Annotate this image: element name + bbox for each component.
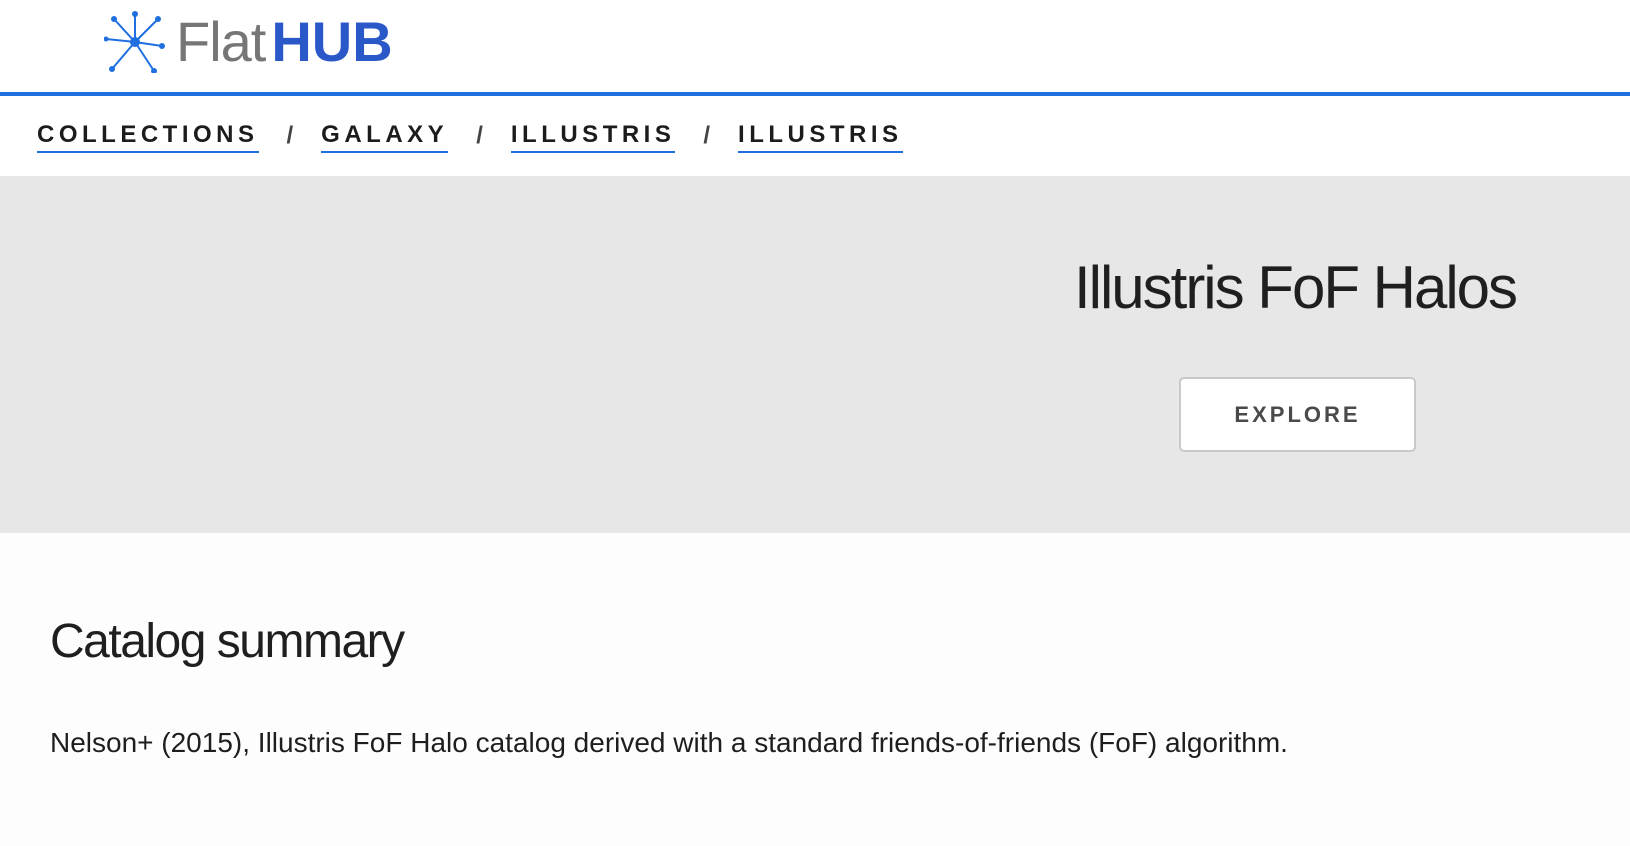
explore-button[interactable]: EXPLORE: [1179, 377, 1416, 452]
breadcrumb: COLLECTIONS / GALAXY / ILLUSTRIS / ILLUS…: [0, 96, 1630, 176]
logo-text-flat: Flat: [176, 10, 266, 73]
logo-text-hub: HUB: [271, 10, 393, 73]
catalog-title: Illustris FoF Halos: [1073, 254, 1518, 321]
breadcrumb-separator: /: [286, 122, 294, 149]
catalog-hero: Illustris FoF Halos EXPLORE: [0, 176, 1630, 533]
site-header: Flat HUB: [0, 0, 1630, 96]
breadcrumb-separator: /: [703, 122, 711, 149]
flathub-logo-link[interactable]: Flat HUB: [104, 10, 393, 74]
breadcrumb-item-galaxy[interactable]: GALAXY: [321, 120, 449, 153]
catalog-summary-text: Nelson+ (2015), Illustris FoF Halo catal…: [50, 727, 1288, 758]
breadcrumb-item-illustris[interactable]: ILLUSTRIS: [738, 120, 903, 153]
catalog-summary-heading: Catalog summary: [50, 615, 405, 668]
breadcrumb-item-illustris-group[interactable]: ILLUSTRIS: [510, 120, 676, 153]
network-star-icon: [104, 11, 165, 73]
breadcrumb-item-collections[interactable]: COLLECTIONS: [37, 120, 259, 153]
breadcrumb-separator: /: [476, 122, 483, 149]
